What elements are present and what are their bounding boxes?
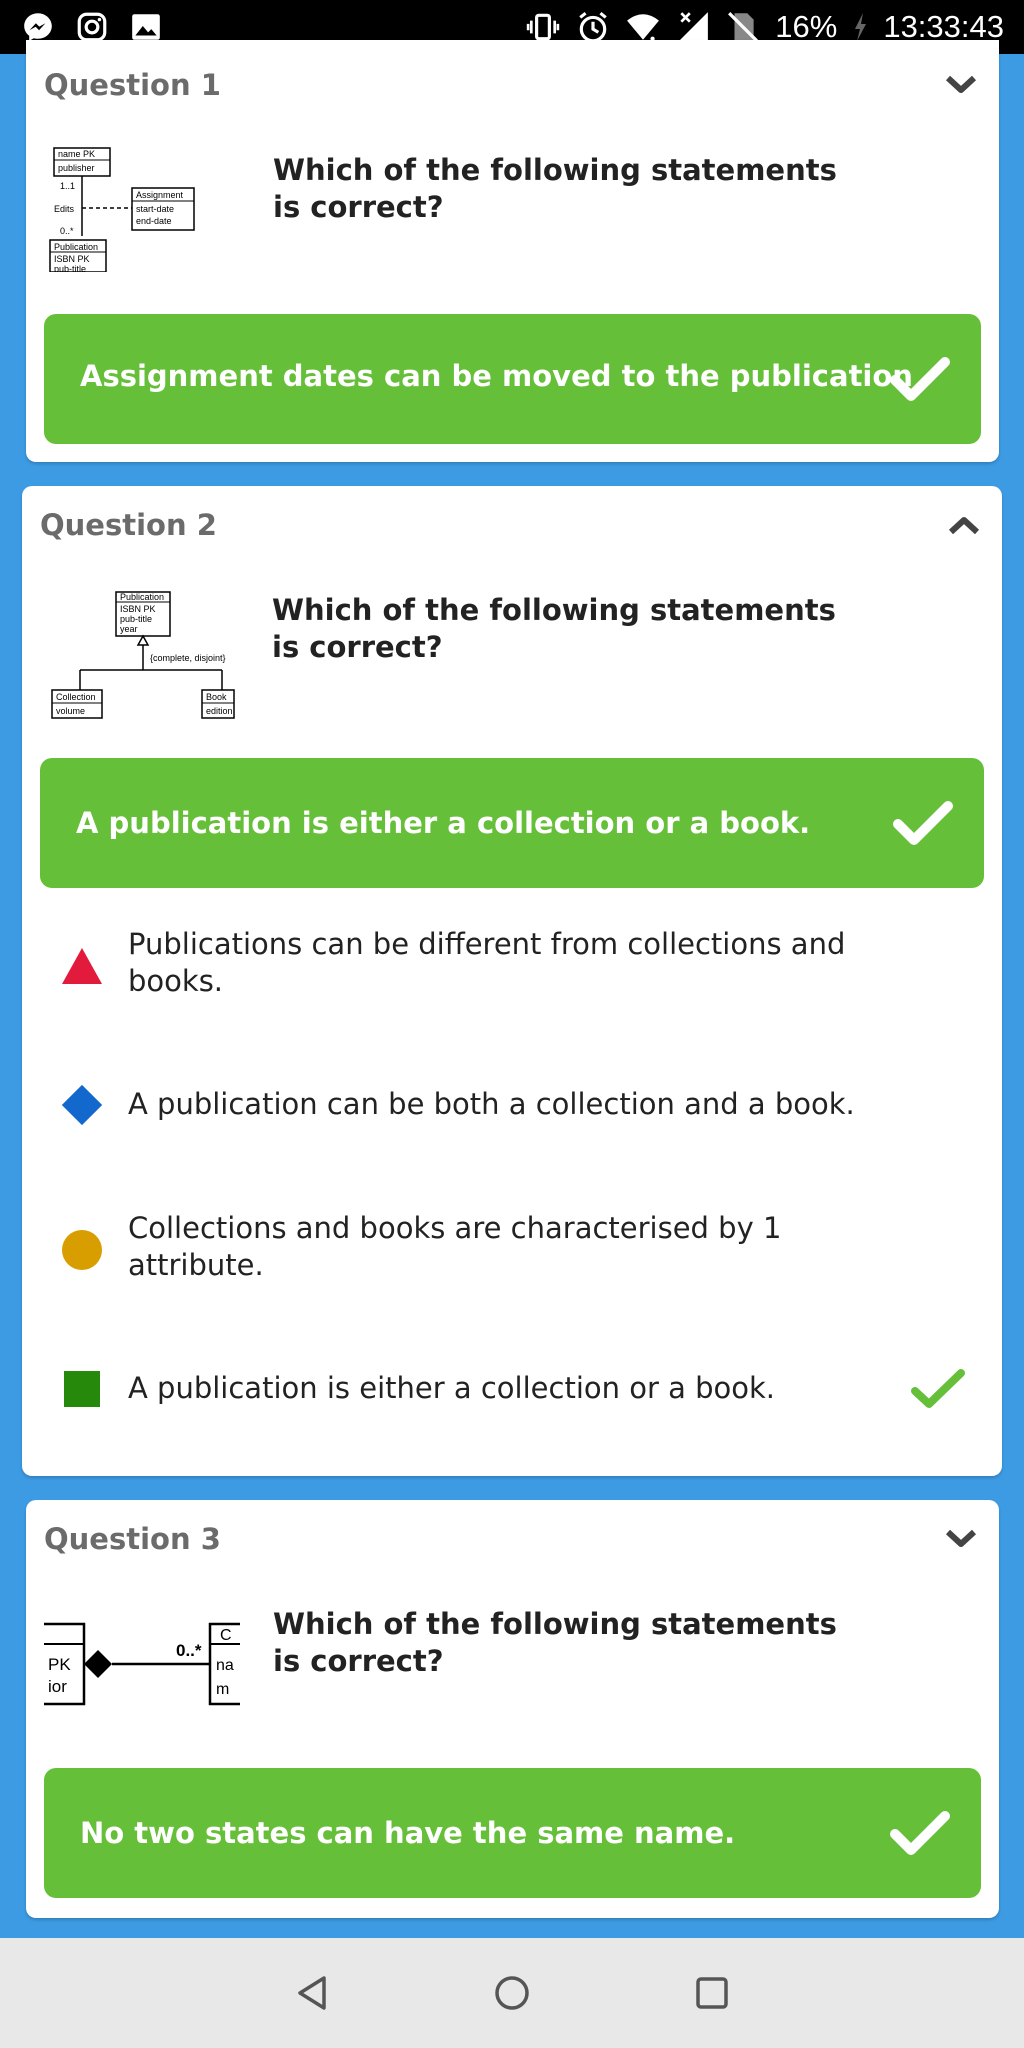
diagram-mult: 0..* — [176, 1641, 202, 1660]
question-diagram-image: Publication ISBN PK pub-title year {comp… — [40, 586, 260, 726]
chevron-down-icon[interactable] — [941, 65, 981, 105]
diagram-child1-line2: volume — [56, 706, 85, 716]
diagram-parent-line3: pub-title — [120, 614, 152, 624]
question-title: Question 2 — [40, 508, 217, 542]
chevron-down-icon[interactable] — [941, 1519, 981, 1559]
check-icon — [890, 1811, 950, 1855]
diagram-child2-line1: Book — [206, 692, 227, 702]
correct-answer-text: Assignment dates can be moved to the pub… — [80, 359, 913, 393]
answer-option: A publication can be both a collection a… — [22, 1080, 1002, 1130]
question-header[interactable]: Question 3 — [44, 1514, 981, 1564]
question-header[interactable]: Question 1 — [44, 60, 981, 110]
question-text: Which of the following statements is cor… — [272, 593, 836, 664]
home-icon[interactable] — [487, 1968, 537, 2018]
correct-answer-text: A publication is either a collection or … — [76, 806, 811, 840]
question-card-2[interactable]: Question 2 Publication ISBN PK pub-title… — [22, 486, 1002, 1476]
answer-option: Collections and books are characterised … — [22, 1210, 1002, 1290]
option-text: A publication can be both a collection a… — [128, 1087, 855, 1121]
diagram-box2-line1: Assignment — [136, 190, 184, 200]
diagram-box2-line3: end-date — [136, 216, 172, 226]
answer-option: A publication is either a collection or … — [22, 1364, 1002, 1414]
check-icon — [890, 357, 950, 401]
recents-icon[interactable] — [687, 1968, 737, 2018]
diamond-icon — [60, 1083, 104, 1127]
diagram-mult-top: 1..1 — [60, 181, 75, 191]
diagram-right-line3: m — [216, 1681, 229, 1698]
diagram-box1-line2: publisher — [58, 163, 95, 173]
question-diagram-image: name PK publisher 1..1 Edits 0..* Assign… — [46, 144, 226, 274]
question-diagram-image: PK ior 0..* C na m — [44, 1618, 240, 1710]
circle-icon — [60, 1228, 104, 1272]
question-card-3[interactable]: Question 3 PK ior 0..* C na m Which of t… — [26, 1500, 999, 1918]
question-title: Question 3 — [44, 1522, 221, 1556]
diagram-parent-line4: year — [120, 624, 138, 634]
chevron-up-icon[interactable] — [944, 505, 984, 545]
diagram-left-line1: PK — [48, 1655, 71, 1674]
diagram-child1-line1: Collection — [56, 692, 96, 702]
correct-answer-text: No two states can have the same name. — [80, 1816, 736, 1850]
question-text: Which of the following statements is cor… — [273, 153, 837, 224]
correct-answer-bar: Assignment dates can be moved to the pub… — [44, 314, 981, 444]
diagram-left-line2: ior — [48, 1677, 67, 1696]
option-text: A publication is either a collection or … — [128, 1371, 775, 1405]
question-text: Which of the following statements is cor… — [273, 1607, 837, 1678]
navigation-bar — [0, 1938, 1024, 2048]
diagram-parent-line2: ISBN PK — [120, 604, 156, 614]
diagram-right-line1: C — [220, 1627, 232, 1644]
diagram-box3-line2: ISBN PK — [54, 254, 90, 264]
diagram-constraint: {complete, disjoint} — [150, 653, 226, 663]
diagram-box3-line1: Publication — [54, 242, 98, 252]
diagram-mult-bottom: 0..* — [60, 226, 74, 236]
diagram-parent-line1: Publication — [120, 592, 164, 602]
question-header[interactable]: Question 2 — [40, 500, 984, 550]
diagram-box2-line2: start-date — [136, 204, 174, 214]
option-text: Publications can be different from colle… — [128, 927, 846, 998]
square-icon — [60, 1367, 104, 1411]
check-icon — [893, 801, 953, 845]
diagram-box3-line3: pub-title — [54, 264, 86, 272]
correct-answer-bar: No two states can have the same name. — [44, 1768, 981, 1898]
diagram-assoc: Edits — [54, 204, 75, 214]
answer-option: Publications can be different from colle… — [22, 926, 1002, 1006]
back-icon[interactable] — [287, 1968, 337, 2018]
diagram-box1-line1: name PK — [58, 149, 95, 159]
diagram-child2-line2: edition — [206, 706, 233, 716]
diagram-right-line2: na — [216, 1657, 234, 1674]
question-card-1[interactable]: Question 1 name PK publisher 1..1 Edits … — [26, 40, 999, 462]
question-title: Question 1 — [44, 68, 221, 102]
correct-answer-bar: A publication is either a collection or … — [40, 758, 984, 888]
triangle-icon — [60, 944, 104, 988]
check-icon — [911, 1369, 965, 1408]
option-text: Collections and books are characterised … — [128, 1211, 782, 1282]
